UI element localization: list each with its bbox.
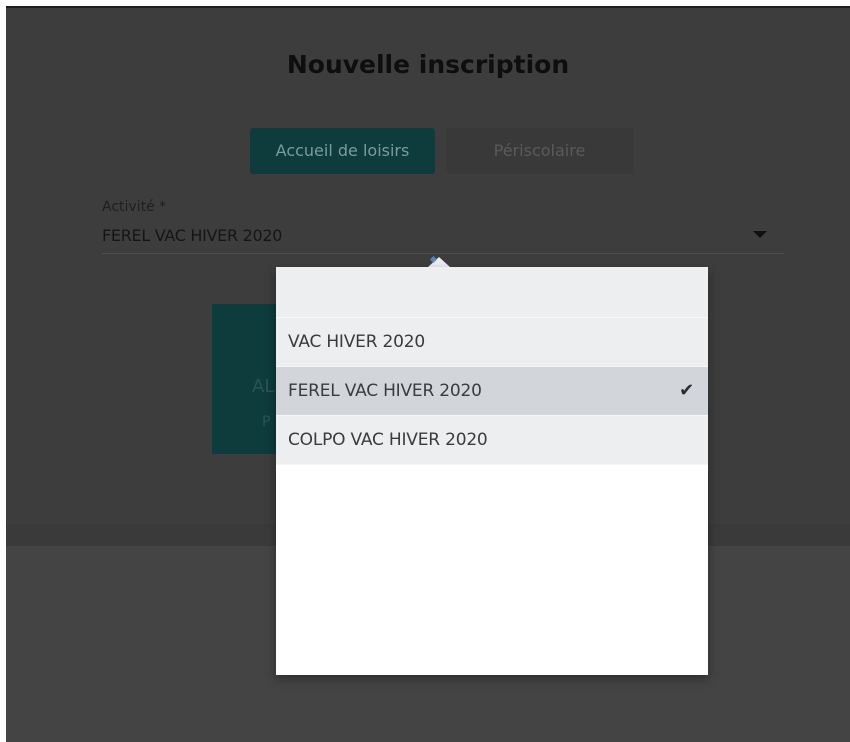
tab-periscolaire[interactable]: Périscolaire [446,128,633,174]
check-icon: ✔ [679,380,694,401]
activity-field-label: Activité * [102,199,167,215]
dropdown-header [276,267,708,318]
tab-accueil-de-loisirs[interactable]: Accueil de loisirs [250,128,435,174]
frame-top-border [6,6,850,8]
activity-select-value[interactable]: FEREL VAC HIVER 2020 [102,226,282,245]
card-subtitle: P [262,414,271,430]
activity-dropdown-menu: VAC HIVER 2020 FEREL VAC HIVER 2020 ✔ CO… [276,267,708,675]
dropdown-option-label: VAC HIVER 2020 [288,332,425,352]
page-title: Nouvelle inscription [286,50,570,79]
dropdown-option-vac-hiver-2020[interactable]: VAC HIVER 2020 [276,318,708,367]
dropdown-option-ferel-vac-hiver-2020[interactable]: FEREL VAC HIVER 2020 ✔ [276,367,708,416]
dropdown-option-label: COLPO VAC HIVER 2020 [288,430,488,450]
dropdown-option-colpo-vac-hiver-2020[interactable]: COLPO VAC HIVER 2020 [276,416,708,465]
card-title: AL [252,376,275,397]
activity-field-underline [102,253,784,254]
dropdown-option-label: FEREL VAC HIVER 2020 [288,381,482,401]
chevron-down-icon[interactable] [753,231,767,238]
